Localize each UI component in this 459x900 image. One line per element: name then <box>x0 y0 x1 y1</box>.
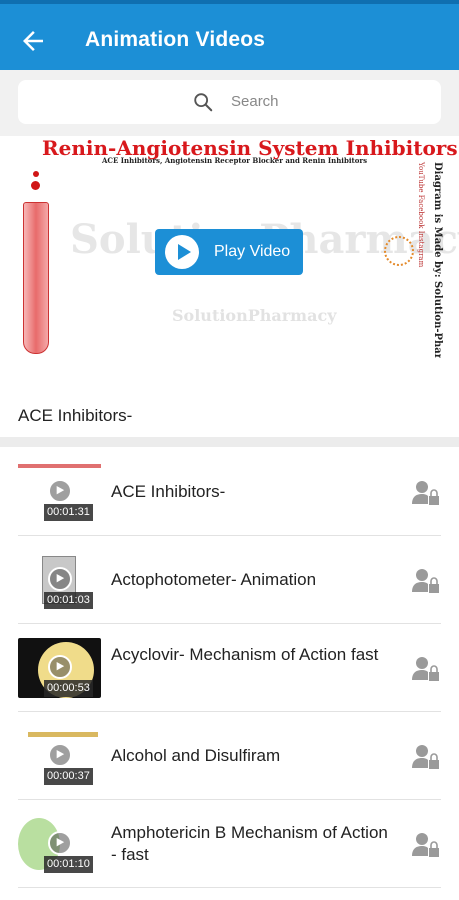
duration-badge: 00:01:31 <box>44 504 93 521</box>
video-thumbnail: 00:01:03 <box>18 550 101 610</box>
list-item[interactable]: 00:01:03 Actophotometer- Animation <box>0 536 459 624</box>
video-thumbnail: 00:00:37 <box>18 726 101 786</box>
list-item[interactable]: 00:00:53 Acyclovir- Mechanism of Action … <box>0 624 459 712</box>
list-item[interactable]: 00:00:37 Alcohol and Disulfiram <box>0 712 459 800</box>
search-input[interactable]: Search <box>18 80 441 124</box>
play-icon <box>165 235 199 269</box>
locked-user-icon <box>412 481 439 505</box>
list-item[interactable]: 00:01:31 ACE Inhibitors- <box>0 448 459 536</box>
play-icon <box>48 743 72 767</box>
page-title: Animation Videos <box>85 28 266 51</box>
video-thumbnail: 00:01:10 <box>18 814 101 874</box>
blood-drop-icon <box>33 171 39 177</box>
video-title: ACE Inhibitors- <box>111 482 226 501</box>
video-title: Actophotometer- Animation <box>111 570 317 589</box>
section-divider <box>0 437 459 447</box>
list-item[interactable]: 00:01:10 Amphotericin B Mechanism of Act… <box>0 800 459 888</box>
watermark-text-small: SolutionPharmacy <box>172 306 337 325</box>
video-title: Amphotericin B Mechanism of Action - fas… <box>111 823 388 864</box>
play-icon <box>48 567 72 591</box>
video-thumbnail: 00:00:53 <box>18 638 101 698</box>
search-icon <box>194 93 213 112</box>
video-title: Alcohol and Disulfiram <box>111 746 281 765</box>
play-icon <box>48 655 72 679</box>
blood-drop-icon <box>31 181 40 190</box>
duration-badge: 00:00:37 <box>44 768 93 785</box>
video-thumbnail: 00:01:31 <box>18 462 101 522</box>
row-divider <box>18 887 441 888</box>
side-credit: Diagram is Made by: Solution-Pharmacy Yo… <box>417 161 443 358</box>
side-credit-text: Diagram is Made by: Solution-Pharmacy <box>432 162 443 358</box>
featured-video[interactable]: Renin-Angiotensin System Inhibitors ACE … <box>0 136 459 383</box>
play-icon <box>48 479 72 503</box>
slide-subtitle: ACE Inhibitors, Angiotensin Receptor Blo… <box>102 156 368 165</box>
search-placeholder: Search <box>231 93 279 110</box>
locked-user-icon <box>412 657 439 681</box>
play-video-button[interactable]: Play Video <box>155 229 303 275</box>
locked-user-icon <box>412 833 439 857</box>
duration-badge: 00:01:03 <box>44 592 93 609</box>
side-credit-social: YouTube Facebook Instagram <box>417 161 425 268</box>
featured-video-title: ACE Inhibitors- <box>18 406 133 425</box>
app-bar: Animation Videos <box>0 0 459 70</box>
duration-badge: 00:00:53 <box>44 680 93 697</box>
video-title: Acyclovir- Mechanism of Action fast <box>111 645 379 664</box>
test-tube-graphic <box>23 202 49 354</box>
locked-user-icon <box>412 745 439 769</box>
search-area: Search <box>0 70 459 136</box>
play-video-label: Play Video <box>214 243 291 260</box>
arrow-left-icon[interactable] <box>18 26 48 56</box>
duration-badge: 00:01:10 <box>44 856 93 873</box>
locked-user-icon <box>412 569 439 593</box>
play-icon <box>48 831 72 855</box>
